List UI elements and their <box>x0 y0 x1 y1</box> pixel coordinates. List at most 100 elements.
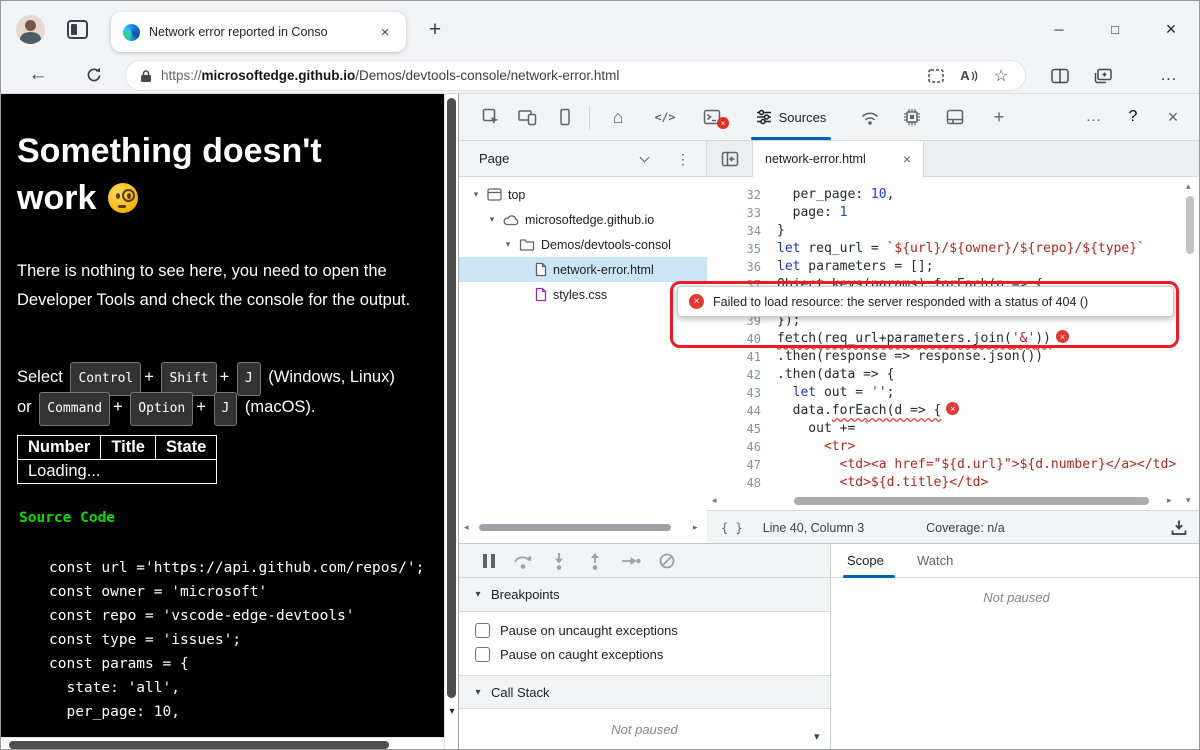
inspect-element-icon[interactable] <box>475 101 507 133</box>
scroll-left-arrow-icon[interactable]: ◂ <box>464 522 469 533</box>
step-out-icon[interactable] <box>583 551 607 570</box>
tab-performance-icon[interactable] <box>896 101 928 133</box>
profile-avatar[interactable] <box>16 15 45 44</box>
line-number[interactable]: 34 <box>707 222 777 240</box>
pause-caught-checkbox[interactable] <box>475 647 490 662</box>
line-number[interactable]: 46 <box>707 438 777 456</box>
tree-item-network-error-html[interactable]: network-error.html <box>459 257 707 282</box>
browser-tab[interactable]: Network error reported in Conso × <box>111 12 406 52</box>
line-number[interactable]: 36 <box>707 258 777 276</box>
tab-scope[interactable]: Scope <box>847 553 884 568</box>
tree-item-folder[interactable]: ▾ Demos/devtools-consol <box>459 232 707 257</box>
tree-item-domain[interactable]: ▾ microsoftedge.github.io <box>459 207 707 232</box>
pause-uncaught-row[interactable]: Pause on uncaught exceptions <box>459 618 830 642</box>
tab-network-icon[interactable] <box>854 101 886 133</box>
scroll-left-arrow-icon[interactable]: ◂ <box>712 495 717 506</box>
deactivate-breakpoints-icon[interactable] <box>655 552 679 570</box>
callstack-section-header[interactable]: ▾ Call Stack <box>459 675 830 709</box>
navigator-more-icon[interactable]: ⋮ <box>673 149 693 169</box>
device-emulation-icon[interactable] <box>511 101 543 133</box>
web-capture-icon[interactable] <box>925 65 947 87</box>
scroll-right-arrow-icon[interactable]: ▸ <box>1167 495 1172 506</box>
tab-elements-icon[interactable]: </> <box>649 101 681 133</box>
window-close-button[interactable]: × <box>1148 10 1194 48</box>
screencast-icon[interactable] <box>549 101 581 133</box>
line-number[interactable]: 45 <box>707 420 777 438</box>
inline-error-icon[interactable]: × <box>1056 330 1069 343</box>
tab-sources[interactable]: Sources <box>749 101 833 133</box>
scroll-up-arrow-icon[interactable]: ▴ <box>1186 181 1191 192</box>
page-hscroll-thumb[interactable] <box>9 741 389 749</box>
breakpoints-section-header[interactable]: ▾ Breakpoints <box>459 578 830 612</box>
page-horizontal-scrollbar[interactable] <box>1 737 444 750</box>
maximize-button[interactable]: □ <box>1092 10 1138 48</box>
lock-icon[interactable] <box>140 69 152 83</box>
expander-icon[interactable]: ▾ <box>487 214 497 225</box>
page-vertical-scrollbar[interactable]: ▾ <box>444 94 458 750</box>
tree-hscroll-thumb[interactable] <box>479 524 671 531</box>
tab-welcome-home-icon[interactable]: ⌂ <box>602 101 634 133</box>
devtools-close-icon[interactable]: × <box>1157 101 1189 133</box>
step-icon[interactable] <box>619 552 643 570</box>
browser-menu-icon[interactable]: … <box>1151 60 1187 90</box>
scroll-down-arrow-icon[interactable]: ▾ <box>1186 495 1191 506</box>
tab-application-icon[interactable] <box>939 101 971 133</box>
step-over-icon[interactable] <box>511 552 535 570</box>
section-expander-icon[interactable]: ▾ <box>473 687 483 698</box>
devtools-menu-icon[interactable]: … <box>1078 101 1110 133</box>
tab-watch[interactable]: Watch <box>917 553 953 568</box>
scroll-down-arrow-icon[interactable]: ▾ <box>445 704 459 718</box>
tree-item-top[interactable]: ▾ top <box>459 182 707 207</box>
line-number[interactable]: 42 <box>707 366 777 384</box>
scroll-right-arrow-icon[interactable]: ▸ <box>693 522 698 533</box>
devtools-help-icon[interactable]: ? <box>1117 101 1149 133</box>
editor-vscroll-thumb[interactable] <box>1186 196 1194 254</box>
line-number[interactable]: 32 <box>707 186 777 204</box>
line-number[interactable]: 40 <box>707 330 777 348</box>
line-number[interactable]: 33 <box>707 204 777 222</box>
new-tab-button[interactable]: + <box>419 14 451 46</box>
back-button[interactable]: ← <box>23 60 53 90</box>
editor-vscrollbar[interactable]: ▴ ▾ <box>1182 177 1198 510</box>
toggle-navigator-icon[interactable] <box>717 147 743 171</box>
address-bar[interactable]: https://microsoftedge.github.io/Demos/de… <box>125 60 1026 91</box>
favorites-star-icon[interactable]: ☆ <box>991 65 1011 87</box>
url-text[interactable]: https://microsoftedge.github.io/Demos/de… <box>161 68 916 83</box>
editor-tab-close-icon[interactable]: × <box>903 151 911 167</box>
refresh-button[interactable] <box>79 60 109 90</box>
inline-error-icon[interactable]: × <box>946 402 959 415</box>
page-vscroll-thumb[interactable] <box>447 98 456 698</box>
line-number[interactable]: 41 <box>707 348 777 366</box>
chevron-down-icon[interactable] <box>640 153 650 163</box>
workspaces-icon[interactable] <box>67 20 88 39</box>
editor-hscrollbar[interactable]: ◂ ▸ <box>707 493 1182 508</box>
tree-label: microsoftedge.github.io <box>525 213 654 227</box>
minimize-button[interactable]: ─ <box>1036 10 1082 48</box>
pause-script-icon[interactable] <box>477 552 501 570</box>
step-into-icon[interactable] <box>547 551 571 570</box>
editor-hscroll-thumb[interactable] <box>794 497 1149 505</box>
line-number[interactable]: 44 <box>707 402 777 420</box>
tab-close-icon[interactable]: × <box>376 23 394 41</box>
section-expander-icon[interactable]: ▾ <box>473 589 483 600</box>
split-screen-icon[interactable] <box>1044 61 1076 91</box>
download-tray-icon[interactable] <box>1170 519 1188 536</box>
pretty-print-icon[interactable]: { } <box>721 521 743 535</box>
line-number[interactable]: 47 <box>707 456 777 474</box>
tree-hscrollbar[interactable]: ◂ ▸ <box>461 521 705 534</box>
code-editor[interactable]: 32 per_page: 10, 33 page: 1 34} 35let re… <box>707 177 1200 510</box>
expander-icon[interactable]: ▾ <box>503 239 513 250</box>
page-dropdown[interactable]: Page <box>479 151 509 166</box>
line-number[interactable]: 43 <box>707 384 777 402</box>
read-aloud-icon[interactable]: A <box>956 65 982 87</box>
more-tabs-button[interactable]: + <box>983 101 1015 133</box>
line-number[interactable]: 48 <box>707 474 777 492</box>
debugger-scroll-down-icon[interactable]: ▾ <box>814 730 820 743</box>
pause-uncaught-checkbox[interactable] <box>475 623 490 638</box>
expander-icon[interactable]: ▾ <box>471 189 481 200</box>
tree-item-styles-css[interactable]: styles.css <box>459 282 707 307</box>
pause-caught-row[interactable]: Pause on caught exceptions <box>459 642 830 666</box>
collections-icon[interactable] <box>1087 61 1119 91</box>
line-number[interactable]: 35 <box>707 240 777 258</box>
editor-tab[interactable]: network-error.html × <box>752 141 924 177</box>
